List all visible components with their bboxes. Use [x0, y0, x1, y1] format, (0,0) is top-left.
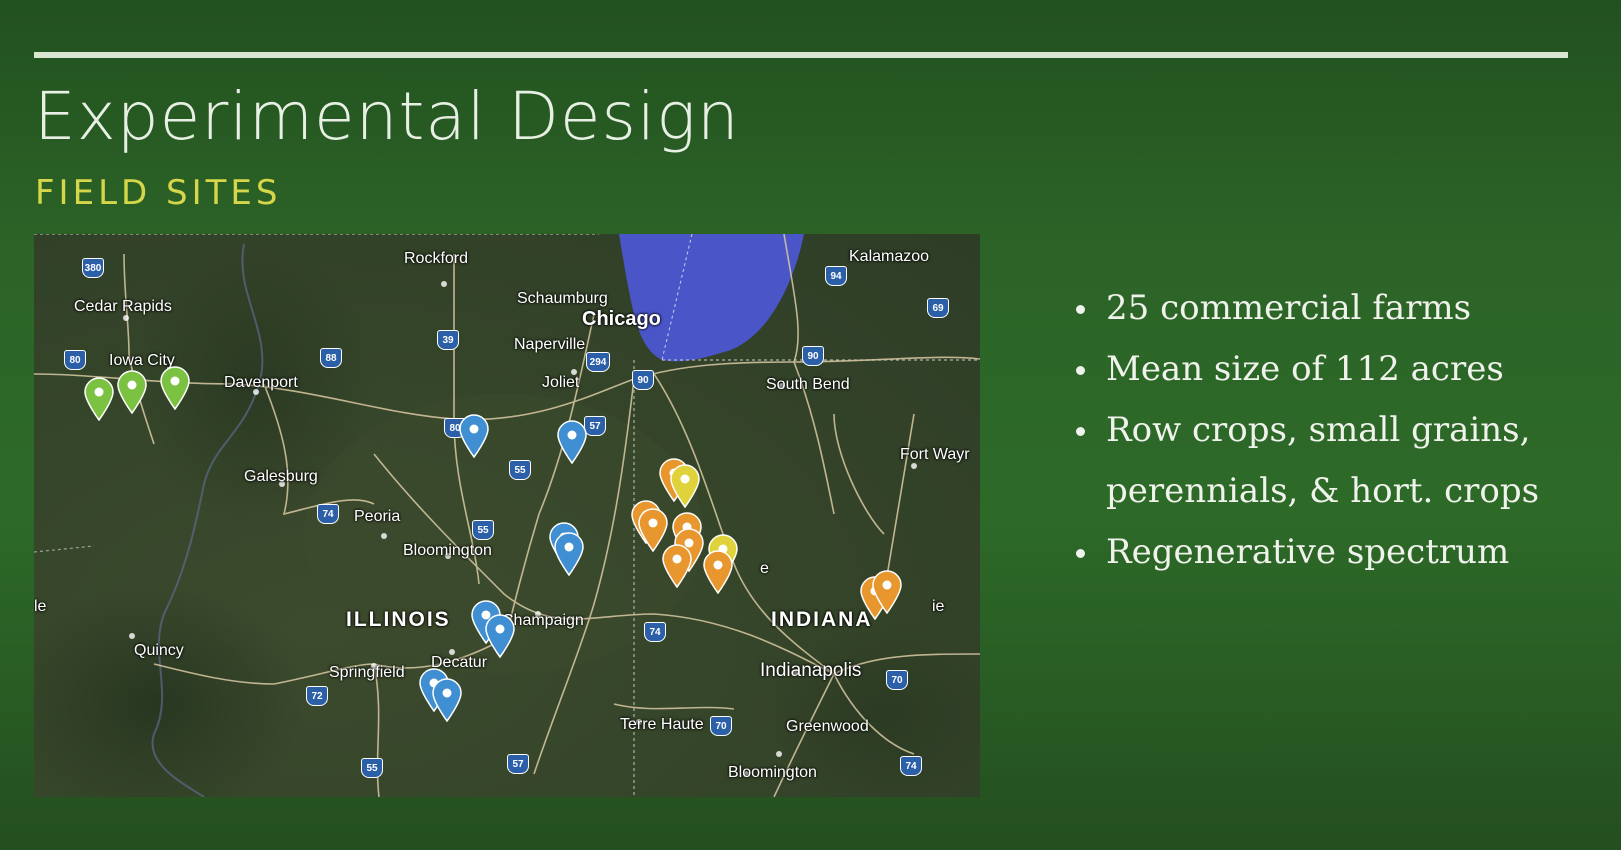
map-pin-icon[interactable]	[557, 420, 587, 464]
map-pin-icon[interactable]	[117, 370, 147, 414]
highway-shield: 72	[306, 686, 328, 706]
city-peoria: Peoria	[354, 508, 401, 525]
highway-shield: 69	[927, 298, 949, 318]
highway-shield: 80	[64, 350, 86, 370]
bullet-list: 25 commercial farms Mean size of 112 acr…	[1070, 278, 1539, 583]
map-pin-icon[interactable]	[703, 550, 733, 594]
highway-shield: 55	[361, 758, 383, 778]
city-davenport: Davenport	[224, 374, 298, 391]
map-pin-icon[interactable]	[554, 532, 584, 576]
bullet-item: Mean size of 112 acres	[1070, 339, 1539, 400]
city-fort-wayne: Fort Wayr	[900, 446, 970, 463]
title-rule	[34, 52, 1568, 58]
highway-shield: 74	[644, 622, 666, 642]
city-kalamazoo: Kalamazoo	[849, 248, 930, 265]
highway-shield: 294	[586, 352, 610, 372]
map-pin-icon[interactable]	[662, 544, 692, 588]
highway-shield: 70	[886, 670, 908, 690]
bullet-item: perennials, & hort. crops	[1106, 471, 1540, 511]
slide-subtitle: FIELD SITES	[35, 173, 282, 213]
map-pin-icon[interactable]	[485, 614, 515, 658]
city-joliet: Joliet	[542, 374, 580, 391]
bullet-item: 25 commercial farms	[1070, 278, 1539, 339]
highway-shield: 57	[584, 416, 606, 436]
map-pin-icon[interactable]	[459, 414, 489, 458]
field-sites-map: Rockford Kalamazoo Cedar Rapids Schaumbu…	[34, 234, 980, 797]
city-quincy: Quincy	[134, 642, 184, 659]
city-edge-left: le	[34, 598, 47, 615]
city-bloomington-in: Bloomington	[728, 764, 817, 781]
highway-shield: 74	[900, 756, 922, 776]
city-rockford: Rockford	[404, 250, 469, 267]
city-schaumburg: Schaumburg	[517, 290, 608, 307]
city-naperville: Naperville	[514, 336, 586, 353]
highway-shield: 55	[509, 460, 531, 480]
highway-shield: 90	[802, 346, 824, 366]
highway-shield: 380	[82, 258, 104, 278]
bullet-item: Regenerative spectrum	[1070, 522, 1539, 583]
bullet-item: Row crops, small grains,	[1070, 400, 1539, 461]
city-indianapolis: Indianapolis	[760, 660, 862, 681]
city-edge-right: ie	[932, 598, 945, 615]
map-pin-icon[interactable]	[84, 377, 114, 421]
map-pin-icon[interactable]	[872, 570, 902, 614]
city-galesburg: Galesburg	[244, 468, 318, 485]
lake-michigan	[619, 234, 804, 362]
highway-shield: 88	[320, 348, 342, 368]
city-greenwood: Greenwood	[786, 718, 869, 735]
highway-shield: 55	[472, 520, 494, 540]
city-bloomington-il: Bloomington	[403, 542, 492, 559]
state-illinois: ILLINOIS	[346, 608, 451, 631]
slide-title: Experimental Design	[34, 78, 740, 155]
city-cedar-rapids: Cedar Rapids	[74, 298, 172, 315]
highway-shield: 90	[632, 370, 654, 390]
highway-shield: 70	[710, 716, 732, 736]
city-edge-mid: e	[760, 560, 769, 577]
state-indiana: INDIANA	[771, 608, 873, 631]
city-springfield: Springfield	[329, 664, 405, 681]
map-pin-icon[interactable]	[670, 464, 700, 508]
city-south-bend: South Bend	[766, 376, 850, 393]
highway-shield: 57	[507, 754, 529, 774]
highway-shield: 74	[317, 504, 339, 524]
city-chicago: Chicago	[582, 308, 661, 330]
map-pin-icon[interactable]	[432, 678, 462, 722]
map-pin-icon[interactable]	[160, 366, 190, 410]
highway-shield: 94	[825, 266, 847, 286]
map-terrain	[34, 234, 980, 797]
city-terre-haute: Terre Haute	[620, 716, 704, 733]
highway-shield: 39	[437, 330, 459, 350]
